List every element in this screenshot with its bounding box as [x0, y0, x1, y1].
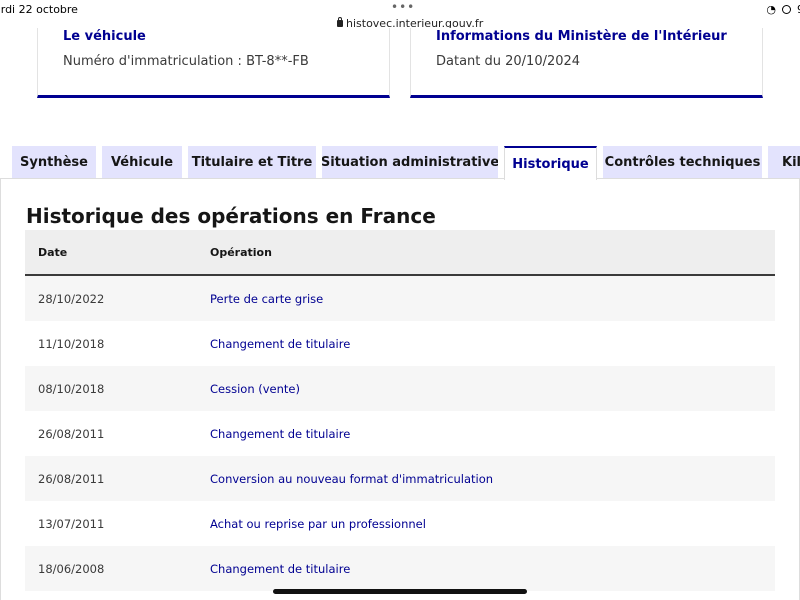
tab-vehicule[interactable]: Véhicule [102, 146, 182, 178]
table-row: 26/08/2011 Conversion au nouveau format … [25, 456, 775, 501]
row-date: 08/10/2018 [38, 381, 105, 396]
row-operation: Perte de carte grise [210, 291, 324, 306]
vehicle-card-registration: Numéro d'immatriculation : BT-8**-FB [63, 54, 309, 69]
tab-synthese[interactable]: Synthèse [12, 146, 96, 178]
row-operation: Changement de titulaire [210, 426, 351, 441]
row-operation: Cession (vente) [210, 381, 300, 396]
ministry-card: Informations du Ministère de l'Intérieur… [410, 28, 763, 98]
column-header-operation: Opération [210, 245, 272, 259]
vehicle-card: Le véhicule Numéro d'immatriculation : B… [37, 28, 390, 98]
tab-overview-dots[interactable]: ••• [391, 0, 415, 14]
table-row: 18/06/2008 Changement de titulaire [25, 546, 775, 591]
row-date: 13/07/2011 [38, 516, 105, 531]
tab-situation-administrative[interactable]: Situation administrative [322, 146, 498, 178]
screen: ardi 22 octobre ••• histovec.interieur.g… [0, 0, 800, 600]
row-date: 26/08/2011 [38, 471, 105, 486]
vehicle-card-title: Le véhicule [63, 29, 146, 44]
wifi-icon: ◔ [766, 3, 776, 16]
tab-kilometrage[interactable]: Kilo [768, 146, 800, 178]
ministry-card-date: Datant du 20/10/2024 [436, 54, 581, 69]
tab-bar: Synthèse Véhicule Titulaire et Titre Sit… [0, 146, 800, 180]
row-operation: Changement de titulaire [210, 336, 351, 351]
table-row: 13/07/2011 Achat ou reprise par un profe… [25, 501, 775, 546]
row-date: 26/08/2011 [38, 426, 105, 441]
status-icons: ◔ 9 [766, 3, 800, 16]
history-table: Date Opération 28/10/2022 Perte de carte… [25, 230, 775, 591]
table-row: 26/08/2011 Changement de titulaire [25, 411, 775, 456]
orientation-lock-icon [782, 5, 791, 14]
table-row: 28/10/2022 Perte de carte grise [25, 276, 775, 321]
table-row: 11/10/2018 Changement de titulaire [25, 321, 775, 366]
status-date: ardi 22 octobre [0, 3, 78, 16]
home-indicator[interactable] [273, 589, 527, 594]
row-operation: Achat ou reprise par un professionnel [210, 516, 426, 531]
table-body: 28/10/2022 Perte de carte grise 11/10/20… [25, 276, 775, 591]
row-date: 28/10/2022 [38, 291, 105, 306]
ministry-card-title: Informations du Ministère de l'Intérieur [436, 29, 727, 44]
tab-titulaire-titre[interactable]: Titulaire et Titre [188, 146, 316, 178]
lock-icon [337, 17, 343, 27]
tab-controles-techniques[interactable]: Contrôles techniques [603, 146, 762, 178]
column-header-date: Date [38, 245, 68, 259]
row-date: 18/06/2008 [38, 561, 105, 576]
tab-historique[interactable]: Historique [504, 146, 597, 180]
page-title: Historique des opérations en France [26, 204, 436, 228]
row-operation: Changement de titulaire [210, 561, 351, 576]
row-date: 11/10/2018 [38, 336, 105, 351]
row-operation: Conversion au nouveau format d'immatricu… [210, 471, 494, 486]
table-row: 08/10/2018 Cession (vente) [25, 366, 775, 411]
table-header: Date Opération [25, 230, 775, 276]
